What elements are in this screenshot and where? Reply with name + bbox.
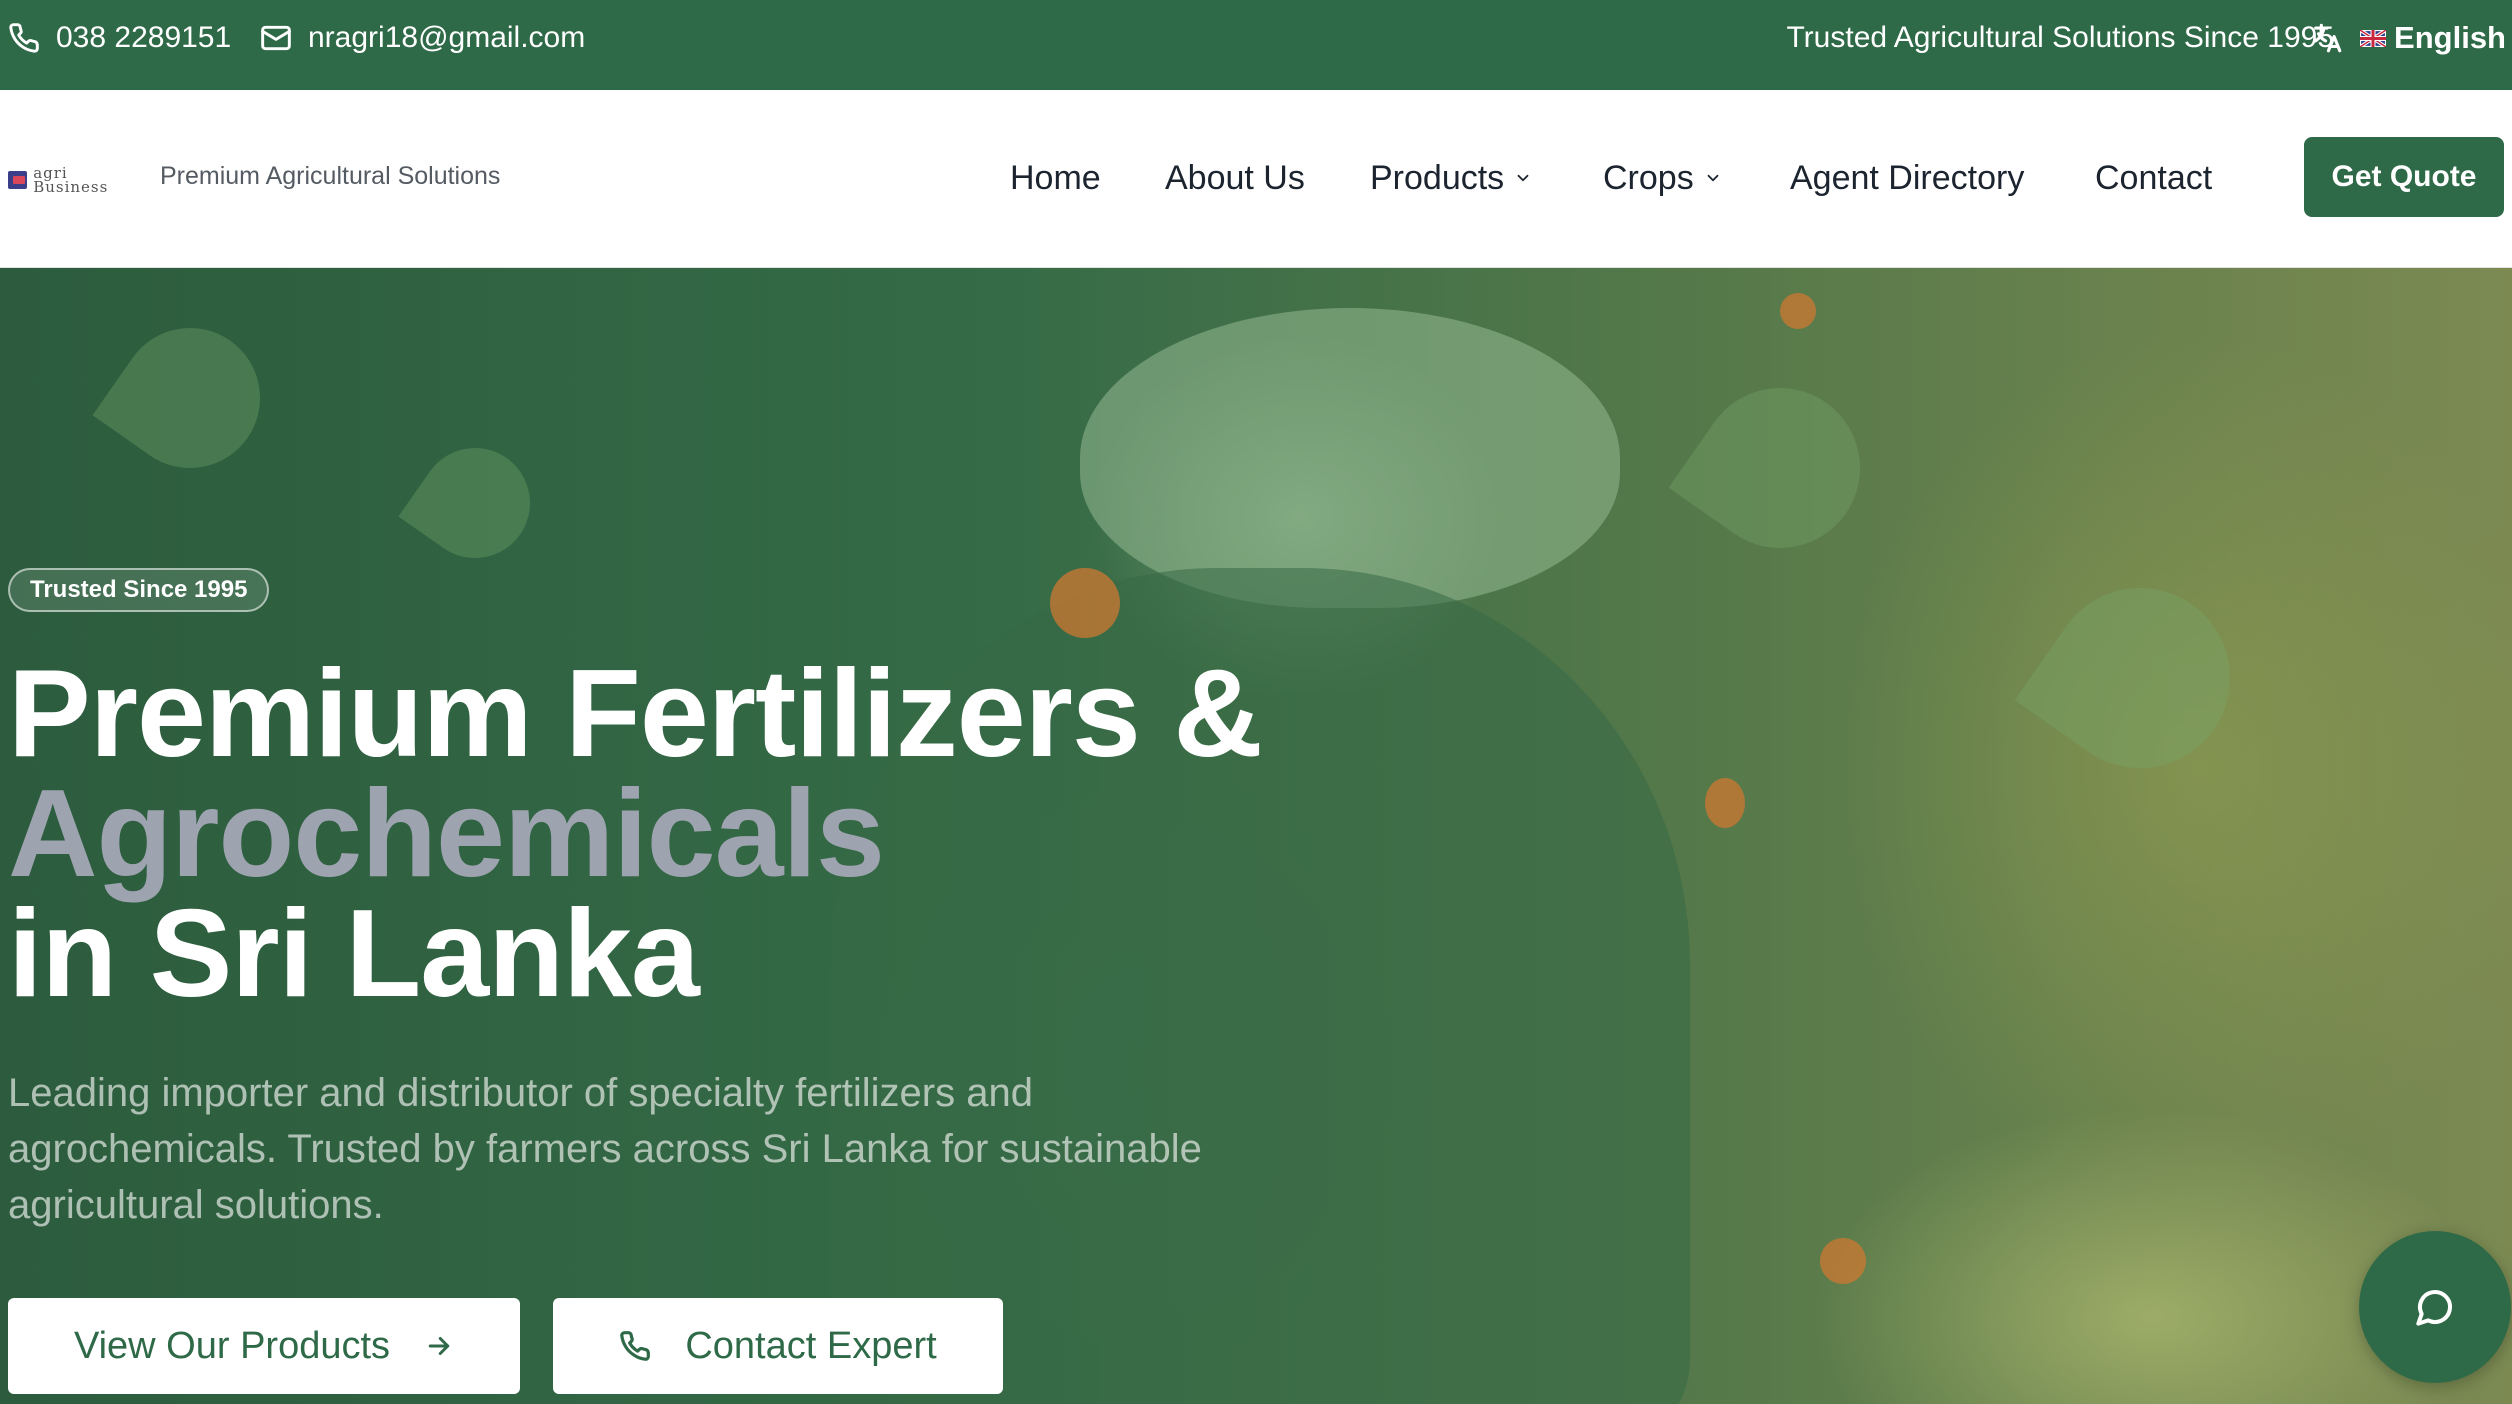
logo[interactable]: agri Business: [8, 164, 134, 196]
topbar-tagline: Trusted Agricultural Solutions Since 199…: [1786, 21, 2334, 54]
nav-home[interactable]: Home: [1010, 150, 1101, 206]
chevron-down-icon: [1707, 174, 1719, 182]
logo-mark: [8, 171, 28, 189]
hero-description: Leading importer and distributor of spec…: [8, 1071, 1202, 1227]
phone-icon: [620, 1331, 651, 1361]
topbar-email-address: nragri18@gmail.com: [308, 21, 586, 54]
nav-home-label: Home: [1010, 158, 1101, 197]
view-products-button[interactable]: View Our Products: [8, 1298, 520, 1394]
nav-crops[interactable]: Crops: [1603, 150, 1722, 206]
topbar-email[interactable]: nragri18@gmail.com: [260, 0, 585, 76]
trusted-badge: Trusted Since 1995: [8, 568, 270, 612]
mail-icon: [261, 25, 291, 51]
contact-expert-label: Contact Expert: [685, 1324, 937, 1367]
nav-agent-label: Agent Directory: [1790, 158, 2025, 197]
site-header: agri Business Premium Agricultural Solut…: [0, 90, 2512, 268]
phone-icon: [9, 23, 39, 53]
hero-background-hat: [1080, 308, 1620, 608]
hero-background-leaf: [398, 426, 552, 580]
nav-about-label: About Us: [1165, 158, 1305, 197]
nav-agent-directory[interactable]: Agent Directory: [1790, 150, 2024, 206]
hero-background-fruit: [1050, 568, 1120, 638]
hero-background-fruit: [1705, 778, 1745, 828]
nav-contact-label: Contact: [2095, 158, 2213, 197]
nav-crops-label: Crops: [1603, 158, 1694, 197]
nav-products[interactable]: Products: [1370, 150, 1532, 206]
contact-expert-button[interactable]: Contact Expert: [553, 1298, 1003, 1394]
topbar-phone[interactable]: 038 2289151: [8, 0, 231, 76]
hero-background-leaf: [1668, 356, 1892, 580]
chat-button[interactable]: [2359, 1231, 2511, 1383]
hero-background-fruit: [1780, 293, 1816, 329]
arrow-right-icon: [428, 1337, 450, 1355]
language-label: English: [2394, 20, 2506, 55]
translate-icon: [2314, 23, 2342, 53]
header-tagline: Premium Agricultural Solutions: [160, 162, 501, 190]
hero-title-line-2: Agrochemicals: [8, 765, 885, 903]
logo-text: agri Business: [33, 164, 109, 196]
hero-background-leaf: [92, 300, 288, 496]
hero-title-line-1: Premium Fertilizers &: [8, 645, 1263, 783]
nav-products-label: Products: [1370, 158, 1505, 197]
hero-title-line-3: in Sri Lanka: [8, 885, 700, 1023]
top-bar: 038 2289151 nragri18@gmail.com Trusted A…: [0, 0, 2512, 90]
nav-contact[interactable]: Contact: [2095, 150, 2212, 206]
chevron-down-icon: [1517, 174, 1529, 182]
topbar-phone-number: 038 2289151: [56, 21, 232, 54]
chat-bubble-icon: [2416, 1290, 2452, 1326]
hero-background-fruit: [1820, 1238, 1866, 1284]
hero-section: Trusted Since 1995 Premium Fertilizers &…: [0, 268, 2512, 1404]
get-quote-button[interactable]: Get Quote: [2304, 137, 2504, 217]
view-products-label: View Our Products: [73, 1324, 391, 1367]
nav-about-us[interactable]: About Us: [1165, 150, 1305, 206]
uk-flag-icon: [2360, 29, 2387, 47]
hero-background-leaf: [2014, 552, 2266, 804]
language-selector[interactable]: English: [2310, 0, 2506, 76]
